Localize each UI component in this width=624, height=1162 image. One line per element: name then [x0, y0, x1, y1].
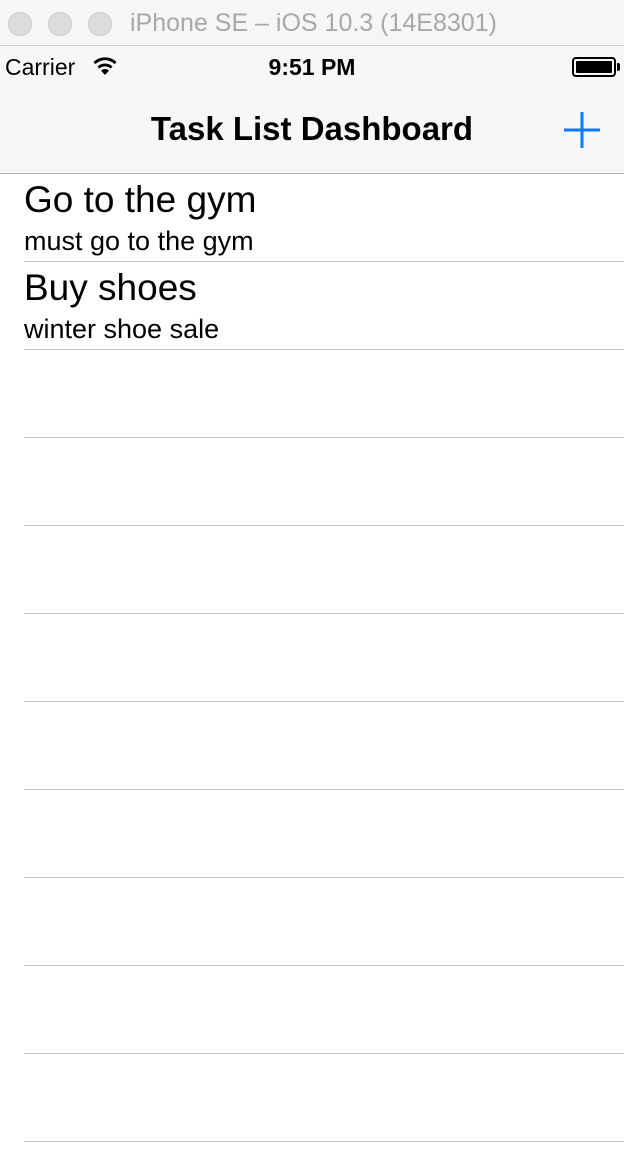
empty-row — [24, 350, 624, 438]
task-table[interactable]: Go to the gym must go to the gym Buy sho… — [0, 174, 624, 1162]
task-title: Buy shoes — [24, 267, 197, 308]
simulator-window-title: iPhone SE – iOS 10.3 (14E8301) — [130, 9, 497, 37]
navigation-bar: Task List Dashboard — [0, 86, 624, 174]
empty-row — [24, 702, 624, 790]
task-subtitle: must go to the gym — [24, 226, 254, 256]
empty-row — [24, 790, 624, 878]
task-row[interactable]: Go to the gym must go to the gym — [24, 174, 624, 262]
status-bar: Carrier 9:51 PM — [0, 46, 624, 86]
battery-fill — [576, 61, 612, 73]
plus-icon — [564, 112, 600, 148]
empty-row — [24, 614, 624, 702]
zoom-window-button[interactable] — [88, 12, 112, 36]
task-row[interactable]: Buy shoes winter shoe sale — [24, 262, 624, 350]
add-task-button[interactable] — [560, 108, 604, 152]
minimize-window-button[interactable] — [48, 12, 72, 36]
battery-body — [572, 57, 616, 77]
battery-nub — [617, 63, 620, 71]
battery-icon — [572, 57, 620, 77]
empty-row — [24, 1054, 624, 1142]
page-title: Task List Dashboard — [150, 110, 474, 147]
empty-row — [24, 438, 624, 526]
close-window-button[interactable] — [8, 12, 32, 36]
task-title: Go to the gym — [24, 179, 257, 220]
empty-row — [24, 878, 624, 966]
status-time: 9:51 PM — [268, 54, 356, 80]
empty-row — [24, 966, 624, 1054]
task-subtitle: winter shoe sale — [24, 314, 220, 344]
empty-row — [24, 526, 624, 614]
simulator-title-bar: iPhone SE – iOS 10.3 (14E8301) — [0, 0, 624, 46]
